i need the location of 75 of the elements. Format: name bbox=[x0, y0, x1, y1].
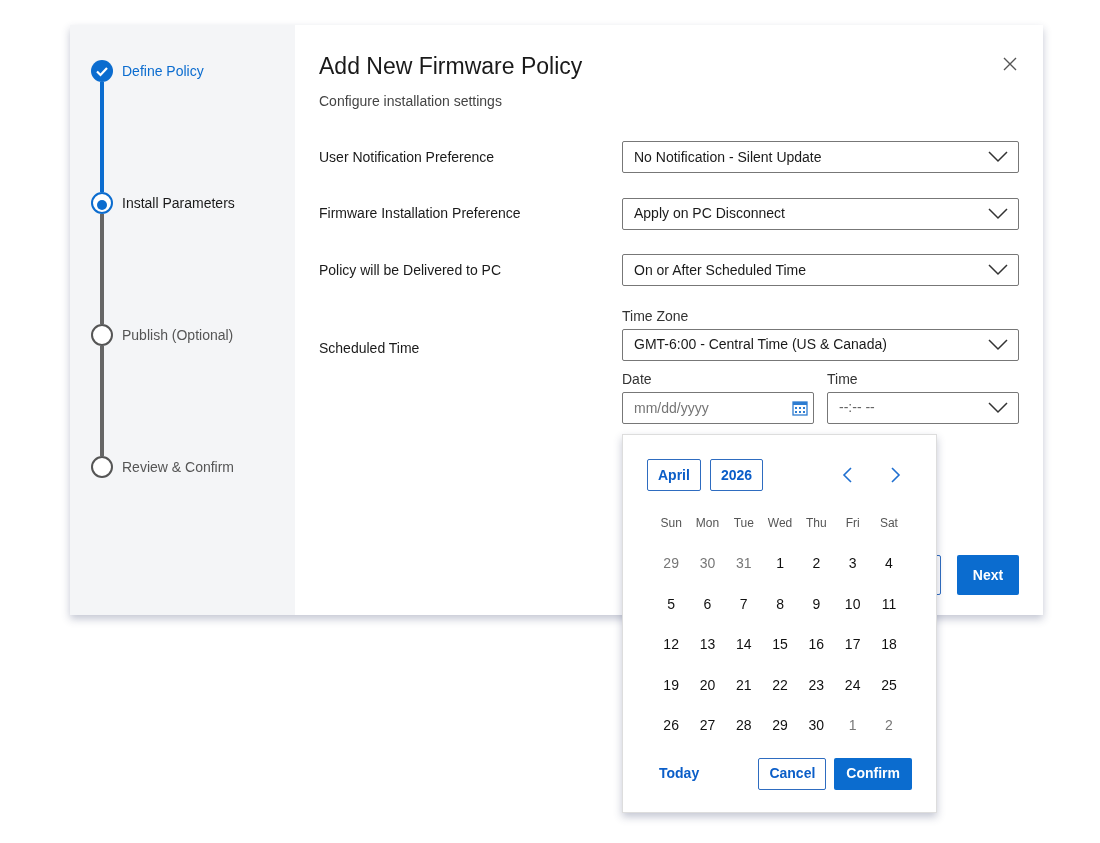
calendar-day[interactable]: 29 bbox=[653, 543, 690, 584]
dropdown[interactable]: Apply on PC Disconnect bbox=[622, 197, 1019, 230]
calendar-day[interactable]: 10 bbox=[834, 583, 871, 624]
weekday-label: Sat bbox=[878, 515, 899, 532]
calendar-day[interactable]: 31 bbox=[725, 543, 762, 584]
dropdown[interactable]: --:-- -- bbox=[827, 391, 1019, 424]
calendar-day[interactable]: 2 bbox=[870, 705, 908, 746]
dropdown[interactable]: GMT-6:00 - Central Time (US & Canada) bbox=[622, 328, 1019, 361]
calendar-day[interactable]: 15 bbox=[761, 624, 799, 665]
dialog-subtitle: Configure installation settings bbox=[319, 92, 503, 111]
calendar-day[interactable]: 30 bbox=[798, 705, 835, 746]
calendar-day[interactable]: 14 bbox=[725, 624, 762, 665]
confirm-button[interactable]: Confirm bbox=[834, 757, 912, 790]
calendar-day[interactable]: 20 bbox=[689, 664, 726, 705]
calendar-day[interactable]: 12 bbox=[653, 624, 690, 665]
calendar-day[interactable]: 16 bbox=[798, 624, 835, 665]
calendar-day[interactable]: 17 bbox=[834, 624, 871, 665]
step-label[interactable]: Define Policy bbox=[122, 60, 204, 192]
chevron-icon bbox=[988, 207, 1008, 220]
chevron-icon bbox=[988, 151, 1008, 164]
calendar-day[interactable]: 25 bbox=[870, 664, 908, 705]
next-icon[interactable] bbox=[891, 467, 901, 483]
calendar-day[interactable]: 8 bbox=[761, 583, 799, 624]
next-button[interactable]: Next bbox=[957, 555, 1019, 595]
field-label: User Notification Preference bbox=[319, 147, 496, 167]
weekday-label: Thu bbox=[805, 515, 828, 532]
calendar-day[interactable]: 18 bbox=[870, 624, 908, 665]
calendar-day[interactable]: 24 bbox=[834, 664, 871, 705]
field-label: Policy will be Delivered to PC bbox=[319, 260, 503, 280]
dropdown[interactable]: On or After Scheduled Time bbox=[622, 254, 1019, 287]
calendar-day[interactable]: 13 bbox=[689, 624, 726, 665]
calendar-day[interactable]: 1 bbox=[761, 543, 799, 584]
field-label: Firmware Installation Preference bbox=[319, 204, 522, 224]
calendar-day[interactable]: 27 bbox=[689, 705, 726, 746]
calendar-day[interactable]: 7 bbox=[725, 583, 762, 624]
calendar-day[interactable]: 3 bbox=[834, 543, 871, 584]
month-button[interactable]: April bbox=[647, 459, 701, 491]
calendar-day[interactable]: 19 bbox=[653, 664, 690, 705]
dropdown[interactable]: No Notification - Silent Update bbox=[622, 141, 1019, 174]
calendar-day[interactable]: 28 bbox=[725, 705, 762, 746]
weekday-label: Wed bbox=[766, 515, 794, 532]
cancel-button[interactable]: Cancel bbox=[758, 757, 827, 790]
calendar-day[interactable]: 29 bbox=[761, 705, 799, 746]
weekday-label: Mon bbox=[694, 515, 721, 532]
weekday-label: Sun bbox=[659, 515, 683, 532]
dialog-title: Add New Firmware Policy bbox=[319, 52, 583, 81]
chevron-icon bbox=[988, 338, 1008, 351]
calendar-day[interactable]: 1 bbox=[834, 705, 871, 746]
calendar-day[interactable]: 26 bbox=[653, 705, 690, 746]
calendar-day[interactable]: 23 bbox=[798, 664, 835, 705]
calendar-day[interactable]: 4 bbox=[870, 543, 908, 584]
chevron-icon bbox=[988, 401, 1008, 414]
step-label[interactable]: Publish (Optional) bbox=[122, 324, 234, 456]
weekday-label: Fri bbox=[844, 515, 861, 532]
calendar-day[interactable]: 30 bbox=[689, 543, 726, 584]
calendar-day[interactable]: 21 bbox=[725, 664, 762, 705]
calendar-day[interactable]: 6 bbox=[689, 583, 726, 624]
chevron-icon bbox=[988, 264, 1008, 277]
calendar-day[interactable]: 22 bbox=[761, 664, 799, 705]
field-label: Time bbox=[827, 370, 859, 387]
field-label: Date bbox=[622, 370, 653, 387]
calendar-day[interactable]: 11 bbox=[870, 583, 908, 624]
calendar-day[interactable]: 5 bbox=[653, 583, 690, 624]
calendar-day[interactable]: 9 bbox=[798, 583, 835, 624]
year-button[interactable]: 2026 bbox=[709, 459, 764, 491]
field-label: Scheduled Time bbox=[319, 338, 421, 358]
step-label[interactable]: Install Parameters bbox=[122, 192, 235, 324]
weekday-label: Tue bbox=[732, 515, 755, 532]
previous-icon[interactable] bbox=[842, 467, 852, 483]
calendar-icon bbox=[792, 399, 808, 416]
today-link[interactable]: Today bbox=[659, 763, 700, 784]
field-label: Time Zone bbox=[622, 307, 690, 324]
calendar-day[interactable]: 2 bbox=[798, 543, 835, 584]
step-label[interactable]: Review & Confirm bbox=[122, 456, 235, 588]
date-field[interactable]: mm/dd/yyyy bbox=[622, 391, 814, 424]
